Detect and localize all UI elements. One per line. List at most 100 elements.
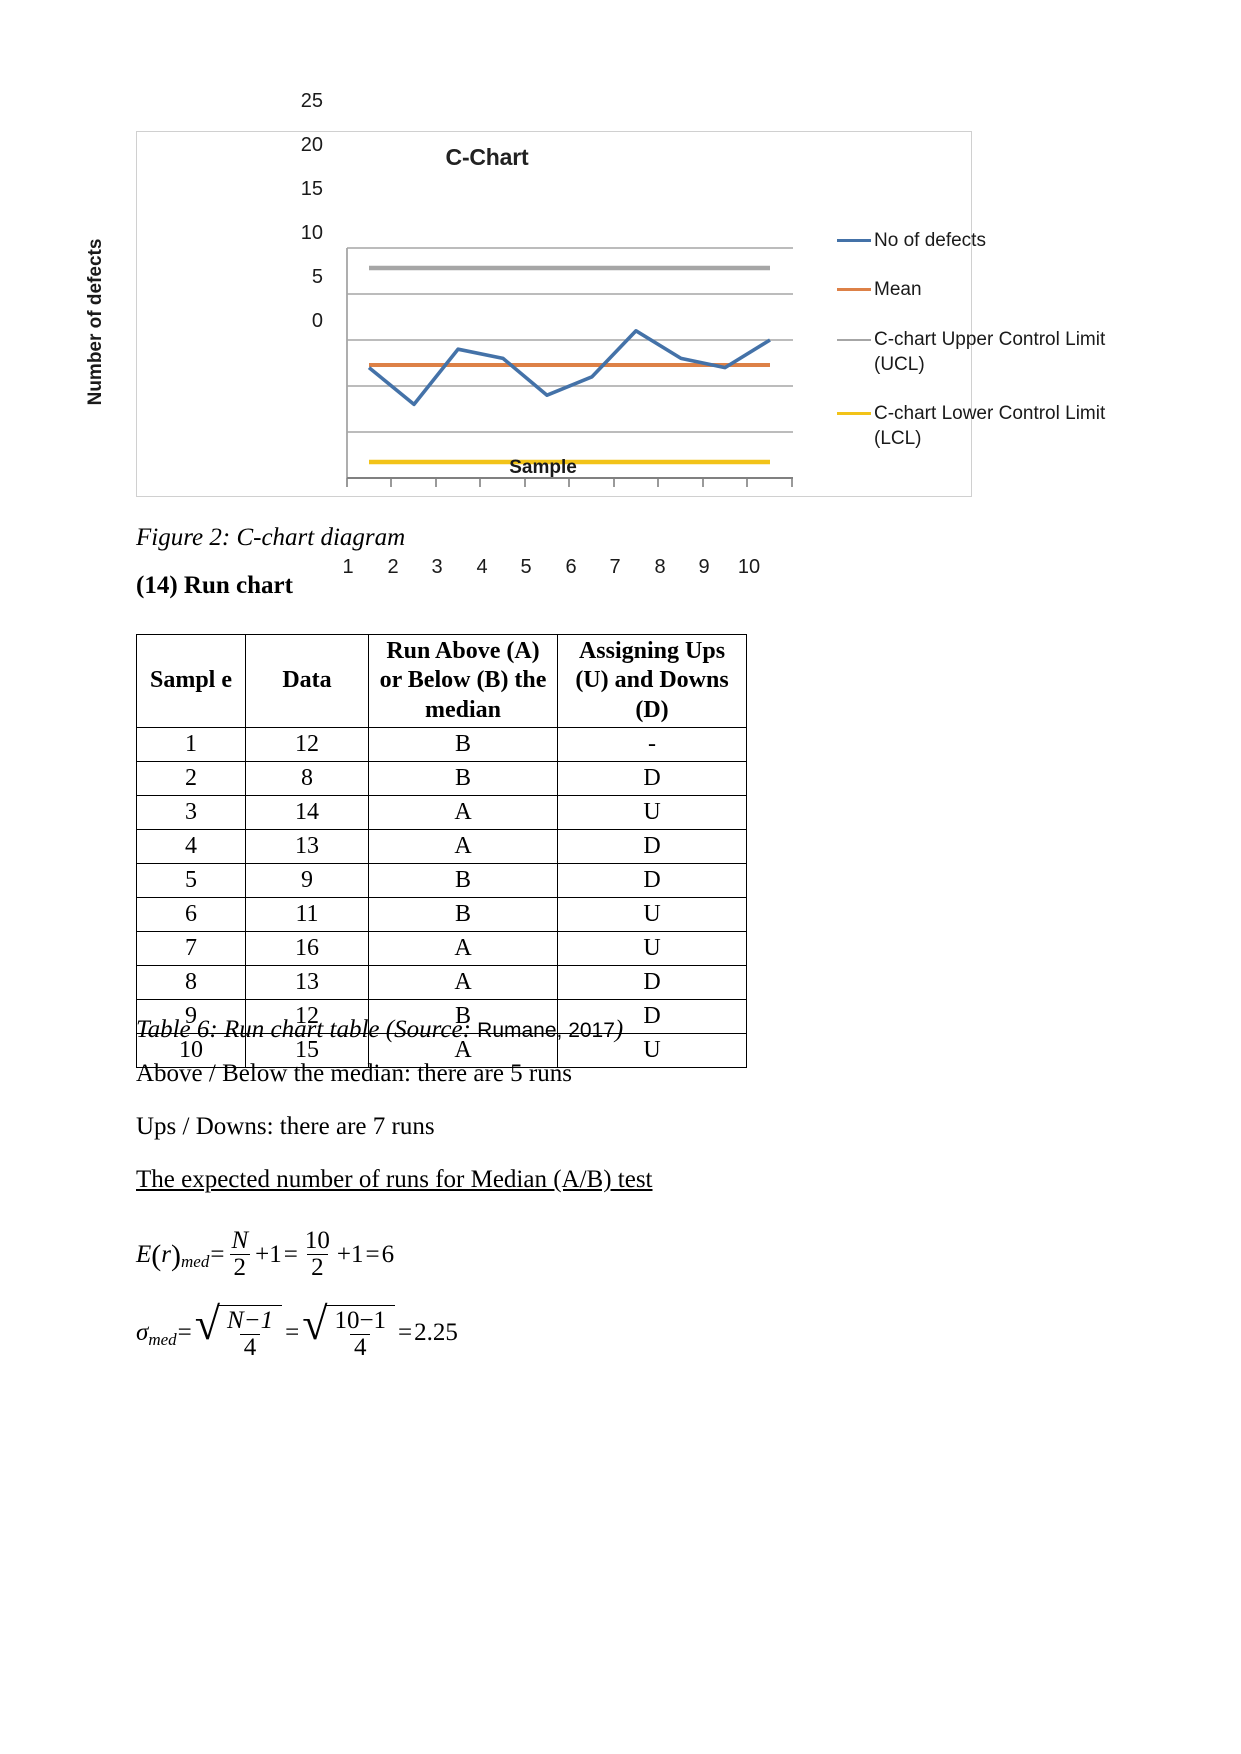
y-tick-label-20: 20	[300, 134, 323, 156]
formula1-denominator-2b: 2	[307, 1254, 328, 1281]
cell-data: 9	[245, 863, 369, 898]
x-tick-label-3: 3	[431, 556, 443, 578]
formula-expected-runs: E ( r ) med = N 2 +1 = 10 2 +1 = 6	[136, 1227, 395, 1282]
table-row: 4 13 A D	[136, 829, 747, 864]
cell-run: B	[368, 727, 558, 762]
table-row: 1 12 B -	[136, 727, 747, 762]
cell-run: B	[368, 761, 558, 796]
formula2-radicand-2: 10−1 4	[325, 1305, 396, 1362]
legend-swatch-icon	[837, 288, 871, 292]
formula1-fraction-10-over-2: 10 2	[301, 1227, 334, 1282]
cell-sample: 7	[136, 931, 246, 966]
formula1-plus-1: +1	[255, 1240, 282, 1268]
table-caption-tail: )	[614, 1016, 624, 1043]
table-header-run-above-below: Run Above (A) or Below (B) the median	[368, 634, 558, 728]
table-row: 7 16 A U	[136, 931, 747, 966]
cell-sample: 1	[136, 727, 246, 762]
chart-series-no-of-defects	[367, 329, 771, 407]
cell-sample: 8	[136, 965, 246, 1000]
paragraph-ups-downs-runs: Ups / Downs: there are 7 runs	[136, 1113, 435, 1140]
chart-plot-area	[346, 247, 793, 487]
cell-run: A	[368, 829, 558, 864]
cell-run: A	[368, 795, 558, 830]
cell-sample: 4	[136, 829, 246, 864]
cell-data: 8	[245, 761, 369, 796]
legend-swatch-icon	[837, 239, 871, 242]
cell-sample: 5	[136, 863, 246, 898]
table-row: 8 13 A D	[136, 965, 747, 1000]
formula1-equals-2: =	[283, 1240, 298, 1268]
cell-run: A	[368, 965, 558, 1000]
formula2-denominator-4: 4	[239, 1334, 261, 1361]
legend-swatch-icon	[837, 338, 871, 341]
paragraph-expected-runs-heading: The expected number of runs for Median (…	[136, 1166, 653, 1193]
legend-item-ucl[interactable]: C-chart Upper Control Limit (UCL)	[837, 327, 1117, 378]
formula1-E: E	[136, 1240, 152, 1268]
table-row: 2 8 B D	[136, 761, 747, 796]
cell-run: A	[368, 931, 558, 966]
x-tick-label-5: 5	[520, 556, 532, 578]
radical-sign-icon: √	[302, 1298, 328, 1349]
formula2-equals-2: =	[285, 1319, 300, 1347]
figure-caption: Figure 2: C-chart diagram	[136, 524, 406, 551]
table-header-data: Data	[245, 634, 369, 728]
y-tick-label-15: 15	[300, 178, 323, 200]
cell-sample: 6	[136, 897, 246, 932]
cell-data: 13	[245, 829, 369, 864]
cell-assign: -	[557, 727, 747, 762]
formula1-r: r	[161, 1240, 172, 1268]
formula2-radical-1: √ N−1 4	[194, 1298, 283, 1362]
cell-assign: D	[557, 863, 747, 898]
formula2-fraction-10-minus-1-over-4: 10−1 4	[330, 1307, 390, 1362]
legend-swatch-icon	[837, 412, 871, 416]
cell-assign: U	[557, 795, 747, 830]
cell-run: B	[368, 897, 558, 932]
table-caption-main: Table 6: Run chart table (Source:	[136, 1016, 478, 1043]
formula1-equals-1: =	[210, 1240, 225, 1268]
cell-assign: D	[557, 761, 747, 796]
table-caption: Table 6: Run chart table (Source: Rumane…	[136, 1016, 623, 1044]
formula2-subscript-med: med	[148, 1330, 177, 1350]
chart-legend: No of defects Mean C-chart Upper Control…	[837, 228, 1117, 476]
radical-sign-icon: √	[194, 1298, 221, 1349]
formula-sigma-med: σ med = √ N−1 4 = √ 10−1 4 = 2.25	[136, 1298, 459, 1362]
chart-title: C-Chart	[445, 144, 529, 170]
cell-data: 12	[245, 727, 369, 762]
legend-item-mean[interactable]: Mean	[837, 277, 1117, 302]
formula1-result: 6	[381, 1240, 395, 1268]
cell-data: 14	[245, 795, 369, 830]
formula2-sigma: σ	[136, 1319, 149, 1347]
formula2-equals-1: =	[177, 1319, 192, 1347]
chart-x-ticks	[346, 478, 793, 487]
x-axis-title: Sample	[509, 457, 577, 478]
table-header-row: Sampl e Data Run Above (A) or Below (B) …	[136, 634, 747, 728]
formula1-plus-2: +1	[336, 1240, 364, 1268]
table-header-sample: Sampl e	[136, 634, 246, 728]
legend-item-lcl[interactable]: C-chart Lower Control Limit (LCL)	[837, 401, 1117, 452]
x-tick-label-6: 6	[565, 556, 577, 578]
section-heading: (14) Run chart	[136, 572, 293, 599]
formula2-equals-3: =	[398, 1319, 413, 1347]
legend-label-lcl: C-chart Lower Control Limit (LCL)	[874, 403, 1106, 450]
formula1-denominator-2: 2	[229, 1254, 251, 1281]
formula1-open-paren: (	[151, 1238, 162, 1272]
formula1-fraction-n-over-2: N 2	[227, 1227, 252, 1282]
y-tick-label-0: 0	[311, 310, 323, 332]
y-tick-label-5: 5	[311, 266, 323, 288]
cell-run: B	[368, 863, 558, 898]
run-chart-table: Sampl e Data Run Above (A) or Below (B) …	[136, 634, 747, 1068]
x-tick-label-1: 1	[342, 556, 354, 578]
cell-assign: U	[557, 931, 747, 966]
x-tick-label-2: 2	[387, 556, 399, 578]
table-row: 3 14 A U	[136, 795, 747, 830]
legend-label-ucl: C-chart Upper Control Limit (UCL)	[874, 328, 1106, 375]
formula2-numerator-N-minus-1: N−1	[227, 1307, 274, 1334]
cell-data: 11	[245, 897, 369, 932]
legend-item-no-of-defects[interactable]: No of defects	[837, 228, 1117, 253]
formula2-denominator-4b: 4	[349, 1334, 371, 1361]
legend-label-mean: Mean	[874, 279, 922, 301]
cell-assign: D	[557, 829, 747, 864]
x-tick-label-10: 10	[737, 556, 761, 578]
cell-sample: 3	[136, 795, 246, 830]
y-tick-label-25: 25	[300, 90, 323, 112]
